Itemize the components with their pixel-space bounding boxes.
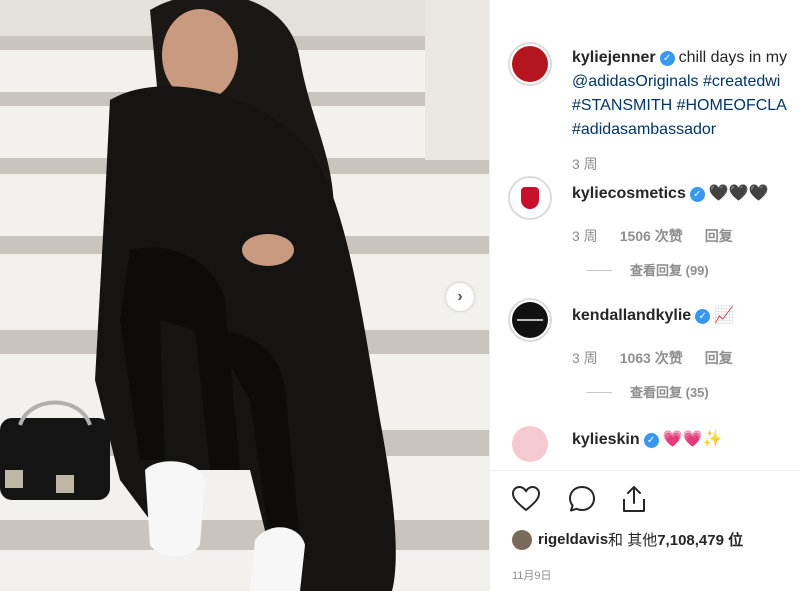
verified-badge-icon: ✓ [695,309,711,324]
comment-text: 📈 [714,307,735,324]
comment-meta: 3 周 1506 次赞 回复 [572,228,733,244]
comment-like-count[interactable]: 1506 次赞 [620,228,683,244]
post-actions: rigeldavis 和 其他 7,108,479 位 11月9日 [490,470,800,591]
comment-like-count[interactable]: 1063 次赞 [620,350,683,366]
reply-button[interactable]: 回复 [705,228,733,244]
caption-line-4[interactable]: #adidasambassador [572,118,800,142]
comment-text: 💗💗✨ [662,431,723,448]
comment-text: 🖤🖤🖤 [708,185,769,202]
share-button[interactable] [618,483,650,515]
next-photo-button[interactable]: › [446,283,474,311]
photo-illustration [0,0,489,591]
caption-line-3[interactable]: #STANSMITH #HOMEOFCLA [572,94,800,118]
view-replies-button[interactable]: 查看回复 (99) [586,260,709,279]
comment-meta: 3 周 1063 次赞 回复 [572,350,733,366]
share-icon [623,486,645,512]
verified-badge-icon: ✓ [643,433,659,448]
commenter-avatar[interactable] [508,298,552,342]
likes-count[interactable]: 7,108,479 位 [657,529,743,550]
author-username[interactable]: kyliejenner [572,49,656,66]
caption-line-1: kyliejenner ✓ chill days in my [572,49,788,66]
caption-time: 3 周 [572,156,598,172]
reply-button[interactable]: 回复 [705,350,733,366]
comment-icon [569,486,595,512]
comment-username[interactable]: kendallandkylie [572,307,691,324]
comment-username[interactable]: kylieskin [572,431,640,448]
post-photo[interactable]: › [0,0,489,591]
likes-summary: rigeldavis 和 其他 7,108,479 位 [512,529,743,550]
like-button[interactable] [510,483,542,515]
view-replies-button[interactable]: 查看回复 (35) [586,382,709,401]
commenter-avatar[interactable] [508,176,552,220]
verified-badge-icon: ✓ [689,187,705,202]
heart-icon [512,486,540,512]
comment-button[interactable] [566,483,598,515]
comment-username[interactable]: kyliecosmetics [572,185,686,202]
next-arrow-icon: › [457,288,463,305]
caption-line-2[interactable]: @adidasOriginals #createdwi [572,70,800,94]
verified-badge-icon: ✓ [659,51,675,66]
author-avatar[interactable] [508,42,552,86]
liker-username[interactable]: rigeldavis [538,531,608,548]
commenter-avatar[interactable] [508,422,552,466]
liker-avatar[interactable] [512,529,532,550]
comments-panel: kyliejenner ✓ chill days in my @adidasOrig… [489,0,800,591]
post-date: 11月9日 [512,570,552,582]
